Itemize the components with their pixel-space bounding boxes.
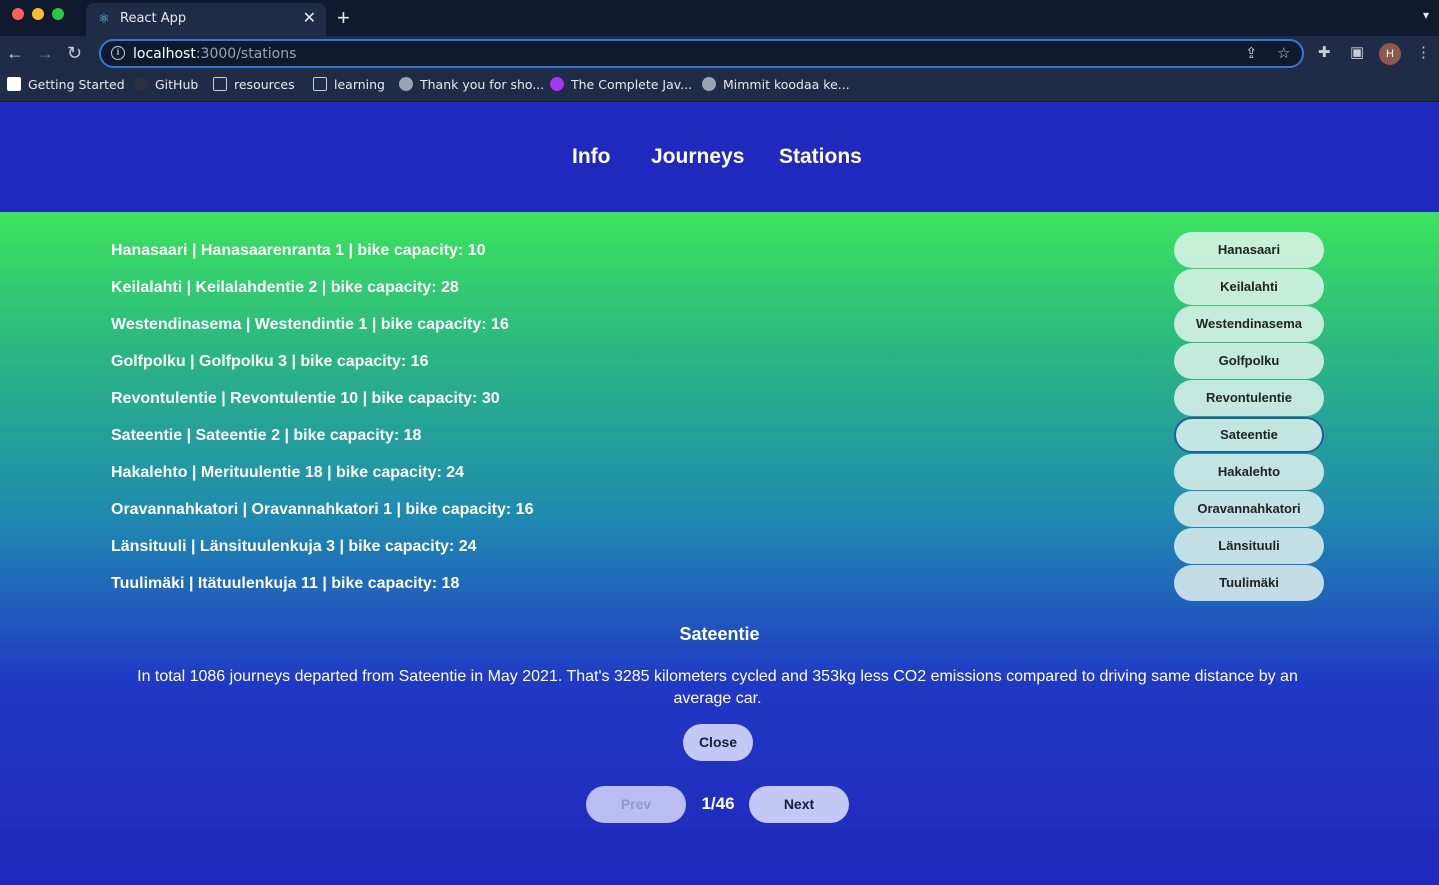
nav-journeys-link[interactable]: Journeys xyxy=(651,145,744,169)
prev-button[interactable]: Prev xyxy=(586,786,686,823)
url-text: localhost:3000/stations xyxy=(133,46,296,62)
bookmark-mimmit-koodaa[interactable]: Mimmit koodaa ke... xyxy=(702,77,850,92)
next-button[interactable]: Next xyxy=(749,786,849,823)
close-button[interactable]: Close xyxy=(683,724,753,761)
window-minimize-button[interactable] xyxy=(32,8,44,20)
github-icon xyxy=(134,77,148,91)
bookmark-complete-java[interactable]: The Complete Jav... xyxy=(550,77,692,92)
bookmark-label: Getting Started xyxy=(28,77,125,92)
extensions-icon[interactable]: ✚ xyxy=(1318,43,1331,61)
browser-tab-bar: ⚛ React App ✕ + ▾ xyxy=(0,0,1439,36)
browser-tab[interactable]: ⚛ React App ✕ xyxy=(86,3,326,36)
window-zoom-button[interactable] xyxy=(52,8,64,20)
station-row: Keilalahti | Keilalahdentie 2 | bike cap… xyxy=(111,279,459,296)
station-row: Länsituuli | Länsituulenkuja 3 | bike ca… xyxy=(111,538,477,555)
nav-info-link[interactable]: Info xyxy=(572,145,610,169)
menu-icon[interactable]: ⋮ xyxy=(1416,43,1431,61)
tab-title: React App xyxy=(120,11,187,26)
station-row: Golfpolku | Golfpolku 3 | bike capacity:… xyxy=(111,353,429,370)
stations-content: Hanasaari | Hanasaarenranta 1 | bike cap… xyxy=(0,212,1439,885)
bookmark-label: The Complete Jav... xyxy=(571,77,693,92)
browser-toolbar: ← → ↻ i localhost:3000/stations ⇪ ☆ ✚ ▣ … xyxy=(0,36,1439,70)
globe-icon xyxy=(702,77,716,91)
back-icon[interactable]: ← xyxy=(6,41,24,65)
bookmark-label: learning xyxy=(334,77,385,92)
station-button-lansituuli[interactable]: Länsituuli xyxy=(1174,528,1324,564)
address-bar[interactable]: i localhost:3000/stations ⇪ ☆ xyxy=(99,39,1304,68)
reload-icon[interactable]: ↻ xyxy=(67,41,82,65)
nav-stations-link[interactable]: Stations xyxy=(779,145,862,169)
station-button-oravannahkatori[interactable]: Oravannahkatori xyxy=(1174,491,1324,527)
bookmark-learning[interactable]: learning xyxy=(313,77,385,92)
avatar[interactable]: H xyxy=(1379,43,1401,65)
chevron-down-icon[interactable]: ▾ xyxy=(1423,8,1429,22)
sidebar-icon[interactable]: ▣ xyxy=(1350,43,1364,61)
station-row: Oravannahkatori | Oravannahkatori 1 | bi… xyxy=(111,501,534,518)
notion-icon xyxy=(7,77,21,91)
forward-icon[interactable]: → xyxy=(36,41,54,65)
station-row: Westendinasema | Westendintie 1 | bike c… xyxy=(111,316,509,333)
station-button-tuulimaki[interactable]: Tuulimäki xyxy=(1174,565,1324,601)
station-button-golfpolku[interactable]: Golfpolku xyxy=(1174,343,1324,379)
bookmark-label: resources xyxy=(234,77,295,92)
station-row: Tuulimäki | Itätuulenkuja 11 | bike capa… xyxy=(111,575,460,592)
tab-close-icon[interactable]: ✕ xyxy=(303,9,316,29)
udemy-icon xyxy=(550,77,564,91)
bookmark-label: GitHub xyxy=(155,77,199,92)
bookmarks-bar: Getting Started GitHub resources learnin… xyxy=(0,70,1439,102)
station-button-hanasaari[interactable]: Hanasaari xyxy=(1174,232,1324,268)
station-button-westendinasema[interactable]: Westendinasema xyxy=(1174,306,1324,342)
new-tab-icon[interactable]: + xyxy=(337,5,350,31)
station-button-keilalahti[interactable]: Keilalahti xyxy=(1174,269,1324,305)
bookmark-thank-you[interactable]: Thank you for sho... xyxy=(399,77,544,92)
station-button-hakalehto[interactable]: Hakalehto xyxy=(1174,454,1324,490)
bookmark-label: Mimmit koodaa ke... xyxy=(723,77,850,92)
station-button-sateentie[interactable]: Sateentie xyxy=(1174,417,1324,453)
station-button-revontulentie[interactable]: Revontulentie xyxy=(1174,380,1324,416)
url-path: :3000/stations xyxy=(195,46,297,62)
station-row: Hanasaari | Hanasaarenranta 1 | bike cap… xyxy=(111,242,486,259)
bookmark-resources[interactable]: resources xyxy=(213,77,295,92)
share-icon[interactable]: ⇪ xyxy=(1245,44,1258,62)
folder-icon xyxy=(313,77,327,91)
page-indicator: 1/46 xyxy=(701,794,735,813)
app-header: Info Journeys Stations xyxy=(0,103,1439,212)
station-row: Hakalehto | Merituulentie 18 | bike capa… xyxy=(111,464,465,481)
folder-icon xyxy=(213,77,227,91)
window-close-button[interactable] xyxy=(12,8,24,20)
bookmark-getting-started[interactable]: Getting Started xyxy=(7,77,125,92)
react-icon: ⚛ xyxy=(98,11,110,26)
station-row: Revontulentie | Revontulentie 10 | bike … xyxy=(111,390,500,407)
station-detail-title: Sateentie xyxy=(679,624,760,644)
bookmark-label: Thank you for sho... xyxy=(420,77,545,92)
globe-icon xyxy=(399,77,413,91)
bookmark-github[interactable]: GitHub xyxy=(134,77,198,92)
star-icon[interactable]: ☆ xyxy=(1277,44,1290,62)
station-row: Sateentie | Sateentie 2 | bike capacity:… xyxy=(111,427,422,444)
url-host: localhost xyxy=(133,46,196,62)
info-icon[interactable]: i xyxy=(111,46,125,60)
station-detail-text: In total 1086 journeys departed from Sat… xyxy=(137,668,1298,707)
